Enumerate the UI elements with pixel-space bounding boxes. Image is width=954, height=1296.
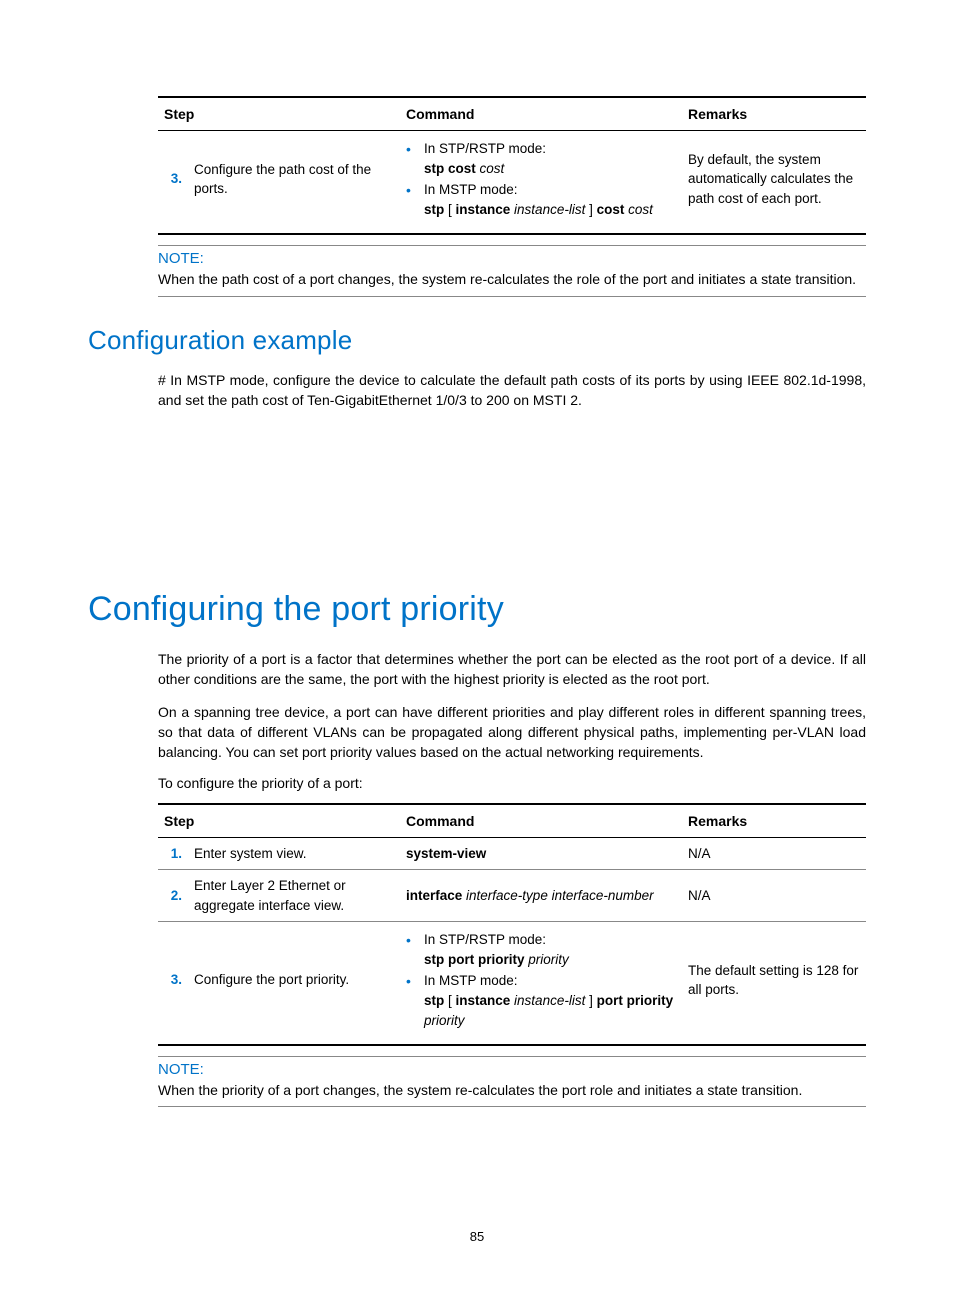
note-block: NOTE: When the path cost of a port chang… [158, 245, 866, 296]
cmd-label: In STP/RSTP mode: [424, 141, 546, 156]
table-header-row: Step Command Remarks [158, 97, 866, 131]
note-text: When the priority of a port changes, the… [158, 1080, 866, 1106]
cmd-ital: interface-type interface-number [462, 888, 653, 903]
note-label: NOTE: [158, 1057, 866, 1080]
step-text: Configure the port priority. [188, 922, 400, 1045]
table-row: 2. Enter Layer 2 Ethernet or aggregate i… [158, 870, 866, 922]
page-container: Step Command Remarks 3. Configure the pa… [0, 0, 954, 1296]
table-row: 1. Enter system view. system-view N/A [158, 837, 866, 870]
cmd-ital: priority [525, 952, 569, 967]
step-number: 1. [158, 837, 188, 870]
port-priority-table: Step Command Remarks 1. Enter system vie… [158, 803, 866, 1047]
step-number: 3. [158, 131, 188, 235]
content-area: Step Command Remarks 3. Configure the pa… [158, 96, 866, 1107]
cmd-bold: stp cost [424, 161, 476, 176]
table-row: 3. Configure the path cost of the ports.… [158, 131, 866, 235]
cmd-ital: instance-list [510, 993, 585, 1008]
cmd-mode2: In MSTP mode: stp [ instance instance-li… [406, 180, 676, 219]
chapter-title-port-priority: Configuring the port priority [88, 590, 866, 629]
command-cell: In STP/RSTP mode: stp cost cost In MSTP … [400, 131, 682, 235]
page-number: 85 [0, 1229, 954, 1244]
cmd-mode1: In STP/RSTP mode: stp cost cost [406, 139, 676, 178]
config-example-text: # In MSTP mode, configure the device to … [158, 370, 866, 411]
cmd-plain: [ [444, 202, 455, 217]
col-command-header: Command [400, 97, 682, 131]
port-priority-lead: To configure the priority of a port: [158, 775, 866, 791]
step-text: Enter system view. [188, 837, 400, 870]
cmd-bold: instance [456, 993, 511, 1008]
cmd-bold: interface [406, 888, 462, 903]
cmd-plain: ] [585, 993, 596, 1008]
cmd-bold: cost [597, 202, 625, 217]
cmd-mode2: In MSTP mode: stp [ instance instance-li… [406, 971, 676, 1030]
remarks-cell: N/A [682, 870, 866, 922]
step-text: Configure the path cost of the ports. [188, 131, 400, 235]
port-priority-p1: The priority of a port is a factor that … [158, 649, 866, 690]
step-number: 2. [158, 870, 188, 922]
cmd-ital: instance-list [510, 202, 585, 217]
cmd-bold: stp [424, 993, 444, 1008]
cmd-ital: cost [624, 202, 653, 217]
command-cell: interface interface-type interface-numbe… [400, 870, 682, 922]
cmd-plain: [ [444, 993, 455, 1008]
remarks-cell: The default setting is 128 for all ports… [682, 922, 866, 1045]
cmd-ital: cost [476, 161, 505, 176]
cmd-bold: system-view [406, 846, 486, 861]
table-row: 3. Configure the port priority. In STP/R… [158, 922, 866, 1045]
col-step-header: Step [158, 804, 400, 838]
note-text: When the path cost of a port changes, th… [158, 269, 866, 295]
table-header-row: Step Command Remarks [158, 804, 866, 838]
cmd-bold: stp port priority [424, 952, 525, 967]
note-block: NOTE: When the priority of a port change… [158, 1056, 866, 1107]
cmd-bold: stp [424, 202, 444, 217]
path-cost-table: Step Command Remarks 3. Configure the pa… [158, 96, 866, 235]
port-priority-p2: On a spanning tree device, a port can ha… [158, 702, 866, 763]
remarks-cell: By default, the system automatically cal… [682, 131, 866, 235]
remarks-cell: N/A [682, 837, 866, 870]
step-number: 3. [158, 922, 188, 1045]
col-remarks-header: Remarks [682, 804, 866, 838]
cmd-label: In STP/RSTP mode: [424, 932, 546, 947]
note-label: NOTE: [158, 246, 866, 269]
cmd-mode1: In STP/RSTP mode: stp port priority prio… [406, 930, 676, 969]
col-remarks-header: Remarks [682, 97, 866, 131]
section-title-config-example: Configuration example [88, 325, 866, 356]
command-cell: In STP/RSTP mode: stp port priority prio… [400, 922, 682, 1045]
cmd-label: In MSTP mode: [424, 973, 518, 988]
col-step-header: Step [158, 97, 400, 131]
cmd-plain: ] [585, 202, 596, 217]
cmd-bold: port priority [597, 993, 674, 1008]
cmd-ital: priority [424, 1013, 465, 1028]
cmd-bold: instance [456, 202, 511, 217]
col-command-header: Command [400, 804, 682, 838]
step-text: Enter Layer 2 Ethernet or aggregate inte… [188, 870, 400, 922]
command-cell: system-view [400, 837, 682, 870]
cmd-label: In MSTP mode: [424, 182, 518, 197]
